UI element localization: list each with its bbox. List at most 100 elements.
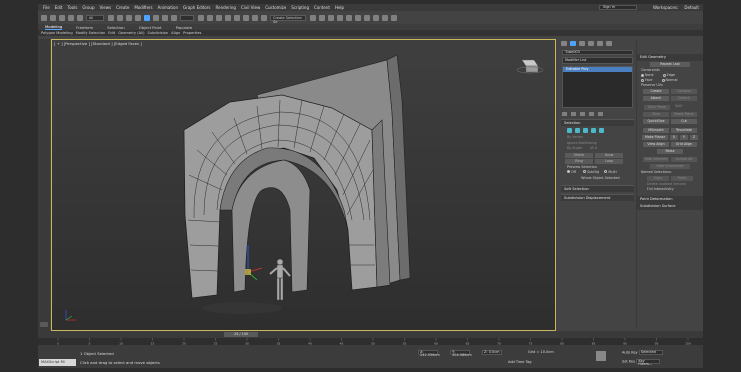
utilities-tab-icon[interactable] [606,41,612,46]
paste-button[interactable]: Paste [671,176,693,181]
time-slider[interactable]: 24 / 100 [38,331,703,338]
unlink-icon[interactable] [68,14,74,21]
detach-button[interactable]: Detach [671,96,697,101]
motion-tab-icon[interactable] [588,41,594,46]
keyboard-shortcut-icon[interactable] [216,14,222,21]
rect-selection-icon[interactable] [126,14,132,21]
reset-plane-button[interactable]: Reset Plane [671,112,697,117]
loop-button[interactable]: Loop [595,158,623,164]
constraint-none-radio[interactable] [641,73,644,77]
material-editor-icon[interactable] [364,14,370,21]
show-end-result-icon[interactable] [571,111,576,116]
toggle-ribbon-icon[interactable] [337,14,343,21]
planar-x-button[interactable]: X [670,135,678,140]
menu-file[interactable]: File [43,5,50,10]
track-bar[interactable]: 0 5 10 15 20 25 30 35 40 45 50 55 60 65 70 75 80 85 90 95 10… [38,338,703,345]
repeat-last-button[interactable]: Repeat Last [650,62,690,67]
mirror-icon[interactable] [310,14,316,21]
auto-key-dropdown[interactable]: Selected [638,350,663,355]
panel-align[interactable]: Align [171,31,180,35]
tab-object-paint[interactable]: Object Paint [139,25,162,30]
preview-subobj-radio[interactable] [583,170,587,174]
tessellate-button[interactable]: Tessellate [671,128,697,133]
stack-item-editable-poly[interactable]: Editable Poly [563,67,632,72]
view-align-button[interactable]: View Align [643,142,669,147]
spinner-snap-icon[interactable] [252,14,258,21]
paint-deformation-rollout[interactable]: Paint Deformation [637,196,703,203]
select-object-icon[interactable] [108,14,114,21]
coord-y-value[interactable]: Y: 304.586cm [450,350,472,357]
coord-z-value[interactable]: Z: 0.0cm [482,350,502,355]
time-slider-handle[interactable]: 24 / 100 [224,332,258,337]
planar-z-button[interactable]: Z [690,135,698,140]
select-by-name-icon[interactable] [117,14,123,21]
by-angle-value[interactable]: 45.0 [590,146,597,150]
grow-button[interactable]: Grow [595,152,623,158]
render-frame-icon[interactable] [382,14,388,21]
preview-off-radio[interactable] [567,170,570,174]
select-scale-icon[interactable] [162,14,168,21]
add-time-tag[interactable]: Add Time Tag [508,360,532,364]
soft-selection-rollout[interactable]: Soft Selection [561,184,634,192]
hide-unselected-button[interactable]: Hide Unselected [650,164,690,169]
coord-x[interactable]: X: 242.556cm [418,350,440,357]
named-sets-icon[interactable] [261,14,267,21]
make-planar-button[interactable]: Make Planar [642,135,668,140]
panel-edit[interactable]: Edit [108,31,115,35]
constraint-edge-radio[interactable] [662,73,666,77]
copy-button[interactable]: Copy [647,176,669,181]
by-angle-checkbox[interactable]: By Angle: 45.0 [559,146,636,152]
percent-snap-icon[interactable] [243,14,249,21]
subdivision-displacement-rollout[interactable]: Subdivision Displacement [561,193,634,201]
make-unique-icon[interactable] [580,111,585,116]
menu-animation[interactable]: Animation [158,5,178,10]
menu-scripting[interactable]: Scripting [291,5,309,10]
slice-plane-button[interactable]: Slice Plane [644,105,670,110]
constraint-face-radio[interactable] [641,78,644,82]
play-icon[interactable] [596,351,606,361]
edit-geometry-rollout[interactable]: Edit Geometry [637,54,703,61]
edge-mode-icon[interactable] [575,128,580,133]
panel-properties[interactable]: Properties [183,31,201,35]
menu-civil-view[interactable]: Civil View [241,5,260,10]
snaps-toggle-icon[interactable] [225,14,231,21]
hierarchy-tab-icon[interactable] [579,41,585,46]
full-interactivity-checkbox[interactable]: Full Interactivity [637,187,703,192]
constraint-normal-radio[interactable] [661,78,665,82]
menu-rendering[interactable]: Rendering [216,5,236,10]
shrink-button[interactable]: Shrink [565,152,593,158]
render-setup-icon[interactable] [373,14,379,21]
align-icon[interactable] [319,14,325,21]
coord-x-value[interactable]: X: 242.556cm [418,350,440,357]
remove-modifier-icon[interactable] [589,111,594,116]
angle-snap-icon[interactable] [234,14,240,21]
sign-in-button[interactable]: Sign In [599,5,637,10]
menu-content[interactable]: Content [314,5,330,10]
window-crossing-icon[interactable] [135,14,141,21]
border-mode-icon[interactable] [583,128,588,133]
attach-button[interactable]: Attach [643,96,669,101]
panel-subdivision[interactable]: Subdivision [148,31,169,35]
coord-z[interactable]: Z: 0.0cm [482,350,502,355]
configure-sets-icon[interactable] [598,111,603,116]
ref-coord-dropdown[interactable] [180,14,194,21]
select-rotate-icon[interactable] [153,14,159,21]
modify-tab-icon[interactable] [570,41,576,46]
create-button[interactable]: Create [643,89,669,94]
cut-button[interactable]: Cut [671,119,697,124]
selection-filter-dropdown[interactable]: All [86,14,104,21]
auto-key-button[interactable]: Auto Key [622,351,638,355]
layer-explorer-icon[interactable] [328,14,334,21]
key-filters-button[interactable]: Key Filters... [636,359,661,366]
element-mode-icon[interactable] [599,128,604,133]
tab-populate[interactable]: Populate [176,25,193,30]
menu-create[interactable]: Create [116,5,129,10]
tab-selection[interactable]: Selection [107,25,125,30]
render-production-icon[interactable] [391,14,397,21]
grid-align-button[interactable]: Grid Align [671,142,697,147]
menu-help[interactable]: Help [335,5,344,10]
preview-multi-radio[interactable] [604,170,608,174]
menu-graph-editors[interactable]: Graph Editors [183,5,210,10]
transform-gizmo[interactable] [245,245,263,281]
place-icon[interactable] [171,14,177,21]
